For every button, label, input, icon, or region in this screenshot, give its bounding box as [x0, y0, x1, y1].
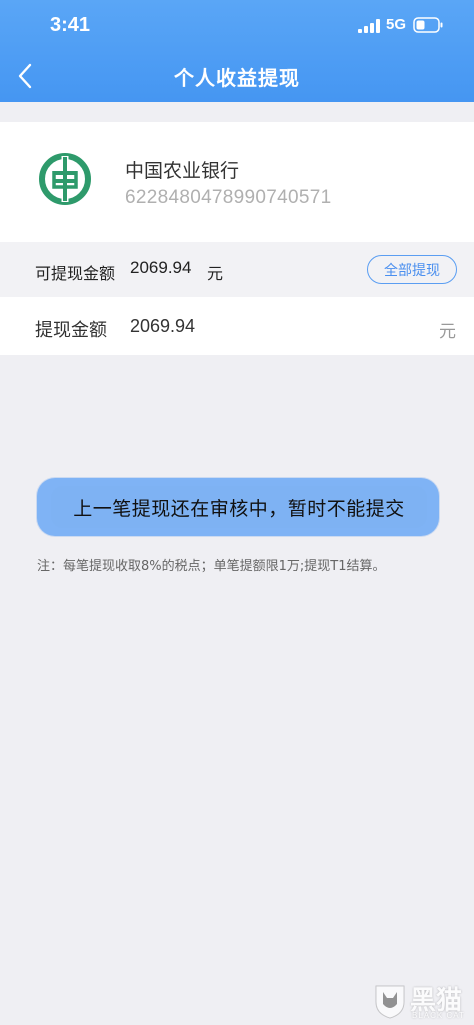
bank-account-number: 6228480478990740571 [125, 187, 332, 208]
cellular-signal-icon [358, 19, 380, 33]
abc-bank-logo-icon [39, 153, 91, 205]
withdraw-amount-label: 提现金额 [35, 320, 107, 341]
cat-shield-icon [375, 985, 405, 1019]
toast-text: 上一笔提现还在审核中，暂时不能提交 [73, 497, 405, 520]
bank-name: 中国农业银行 [125, 160, 240, 182]
network-type: 5G [386, 16, 407, 33]
fee-note: 注：每笔提现收取8%的税点；单笔提额限1万;提现T1结算。 [37, 559, 386, 574]
nav-bar: 个人收益提现 [0, 52, 474, 102]
withdraw-amount-row: 提现金额 元 [0, 297, 474, 355]
withdraw-amount-input[interactable] [130, 312, 410, 340]
available-balance-row: 可提现金额 2069.94 元 全部提现 [0, 242, 474, 297]
battery-icon [413, 17, 443, 33]
page-title: 个人收益提现 [174, 66, 300, 90]
app-header: 3:41 5G 个人收益提现 [0, 0, 474, 102]
status-time: 3:41 [50, 14, 91, 36]
watermark: 黑猫 BLACK CAT [372, 978, 472, 1024]
available-amount: 2069.94 [130, 258, 192, 277]
watermark-subtext: BLACK CAT [412, 1011, 465, 1020]
bank-card[interactable]: 中国农业银行 6228480478990740571 [0, 122, 474, 242]
status-bar: 3:41 5G [0, 0, 474, 52]
toast-message: 上一笔提现还在审核中，暂时不能提交 [37, 478, 439, 536]
available-unit: 元 [207, 264, 224, 283]
available-label: 可提现金额 [35, 264, 116, 283]
withdraw-amount-unit: 元 [439, 322, 456, 342]
toast-body: 上一笔提现还在审核中，暂时不能提交 [51, 486, 427, 528]
withdraw-all-button[interactable]: 全部提现 [367, 255, 457, 284]
